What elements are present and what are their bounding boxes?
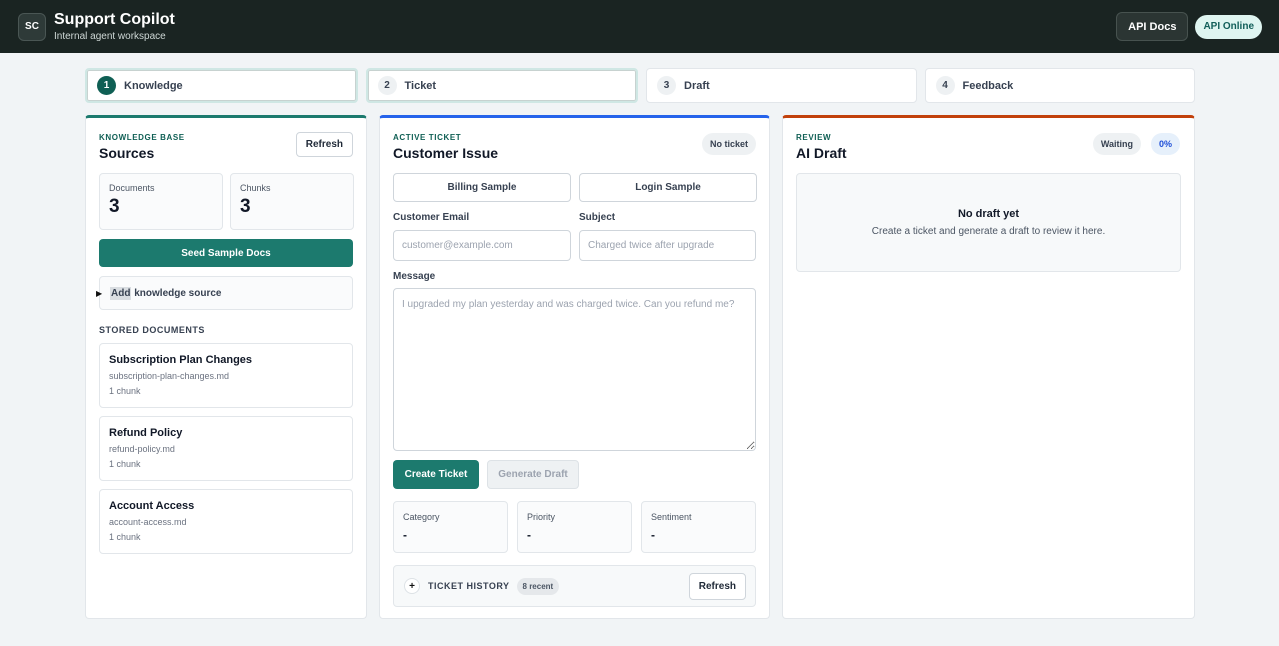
documents-label: Documents xyxy=(109,183,155,193)
empty-draft-text: Create a ticket and generate a draft to … xyxy=(871,226,1106,237)
ticket-history-count: 8 recent xyxy=(516,577,560,595)
message-label: Message xyxy=(393,271,436,282)
document-title: Account Access xyxy=(109,500,195,512)
document-filename: account-access.md xyxy=(109,517,187,527)
message-textarea[interactable] xyxy=(393,288,756,451)
billing-sample-button[interactable]: Billing Sample xyxy=(393,173,571,202)
top-bar: SC Support Copilot Internal agent worksp… xyxy=(0,0,1279,53)
history-refresh-button[interactable]: Refresh xyxy=(688,573,746,600)
app-logo: SC xyxy=(18,12,46,41)
document-chunks: 1 chunk xyxy=(109,459,141,469)
sentiment-field: Sentiment - xyxy=(641,501,756,553)
draft-status-badge: Waiting xyxy=(1092,133,1141,155)
ticket-panel: ACTIVE TICKET Customer Issue No ticket B… xyxy=(379,115,770,619)
step-draft[interactable]: 3 Draft xyxy=(646,68,917,103)
knowledge-panel: KNOWLEDGE BASE Sources Refresh Documents… xyxy=(85,115,367,619)
create-ticket-button[interactable]: Create Ticket xyxy=(393,460,479,489)
seed-sample-docs-button[interactable]: Seed Sample Docs xyxy=(99,239,353,267)
step-number: 4 xyxy=(935,76,955,95)
priority-label: Priority xyxy=(527,512,556,522)
ticket-history-label: TICKET HISTORY xyxy=(428,581,510,591)
chunks-stat: Chunks 3 xyxy=(230,173,354,230)
add-source-label: Add knowledge source xyxy=(110,286,222,300)
expand-plus-icon[interactable]: + xyxy=(404,578,420,594)
ticket-title: Customer Issue xyxy=(393,145,499,161)
review-eyebrow: REVIEW xyxy=(796,133,832,142)
knowledge-title: Sources xyxy=(99,145,155,161)
add-source-highlight: Add xyxy=(110,286,132,300)
document-card[interactable]: Subscription Plan Changes subscription-p… xyxy=(99,343,353,408)
workflow-steps: 1 Knowledge 2 Ticket 3 Draft 4 Feedback xyxy=(85,68,1195,103)
category-value: - xyxy=(403,528,407,542)
ticket-status-badge: No ticket xyxy=(701,133,756,155)
sentiment-label: Sentiment xyxy=(651,512,692,522)
brand: Support Copilot Internal agent workspace xyxy=(54,11,175,42)
confidence-badge: 0% xyxy=(1150,133,1180,155)
app-subtitle: Internal agent workspace xyxy=(54,31,166,42)
step-label: Draft xyxy=(684,79,710,92)
document-chunks: 1 chunk xyxy=(109,532,141,542)
document-filename: subscription-plan-changes.md xyxy=(109,371,230,381)
ticket-history: + TICKET HISTORY 8 recent Refresh xyxy=(393,565,756,607)
login-sample-button[interactable]: Login Sample xyxy=(579,173,757,202)
document-card[interactable]: Account Access account-access.md 1 chunk xyxy=(99,489,353,554)
chunks-count: 3 xyxy=(240,196,251,217)
disclosure-triangle-icon: ▶ xyxy=(96,288,103,298)
document-chunks: 1 chunk xyxy=(109,386,141,396)
top-actions: API Docs API Online xyxy=(1116,12,1262,41)
document-card[interactable]: Refund Policy refund-policy.md 1 chunk xyxy=(99,416,353,481)
review-panel: REVIEW AI Draft Waiting 0% No draft yet … xyxy=(782,115,1195,619)
step-number: 2 xyxy=(377,76,397,95)
api-status-badge: API Online xyxy=(1195,14,1262,39)
knowledge-eyebrow: KNOWLEDGE BASE xyxy=(99,133,185,142)
ticket-eyebrow: ACTIVE TICKET xyxy=(393,133,462,142)
add-knowledge-source-toggle[interactable]: ▶ Add knowledge source xyxy=(96,276,353,310)
knowledge-refresh-button[interactable]: Refresh xyxy=(295,132,353,157)
step-label: Ticket xyxy=(404,79,437,92)
documents-count: 3 xyxy=(109,196,120,217)
step-number: 1 xyxy=(97,76,116,95)
stored-documents-heading: STORED DOCUMENTS xyxy=(99,325,205,335)
customer-email-label: Customer Email xyxy=(393,212,470,223)
step-label: Knowledge xyxy=(124,79,183,92)
draft-empty-state: No draft yet Create a ticket and generat… xyxy=(796,173,1181,272)
step-ticket[interactable]: 2 Ticket xyxy=(365,68,638,103)
category-field: Category - xyxy=(393,501,508,553)
subject-label: Subject xyxy=(579,212,616,223)
step-knowledge[interactable]: 1 Knowledge xyxy=(85,68,358,103)
documents-stat: Documents 3 xyxy=(99,173,223,230)
customer-email-input[interactable] xyxy=(393,230,571,261)
document-title: Refund Policy xyxy=(109,427,183,439)
document-title: Subscription Plan Changes xyxy=(109,354,253,366)
sentiment-value: - xyxy=(651,528,655,542)
chunks-label: Chunks xyxy=(240,183,271,193)
empty-draft-title: No draft yet xyxy=(957,208,1020,220)
review-title: AI Draft xyxy=(796,145,847,161)
add-source-rest: knowledge source xyxy=(131,287,222,299)
priority-value: - xyxy=(527,528,531,542)
step-number: 3 xyxy=(657,76,676,95)
priority-field: Priority - xyxy=(517,501,632,553)
app-title: Support Copilot xyxy=(54,11,175,28)
step-label: Feedback xyxy=(962,79,1014,92)
document-filename: refund-policy.md xyxy=(109,444,175,454)
generate-draft-button[interactable]: Generate Draft xyxy=(487,460,579,489)
api-docs-button[interactable]: API Docs xyxy=(1116,12,1189,41)
subject-input[interactable] xyxy=(579,230,756,261)
step-feedback[interactable]: 4 Feedback xyxy=(924,68,1195,103)
category-label: Category xyxy=(403,512,440,522)
